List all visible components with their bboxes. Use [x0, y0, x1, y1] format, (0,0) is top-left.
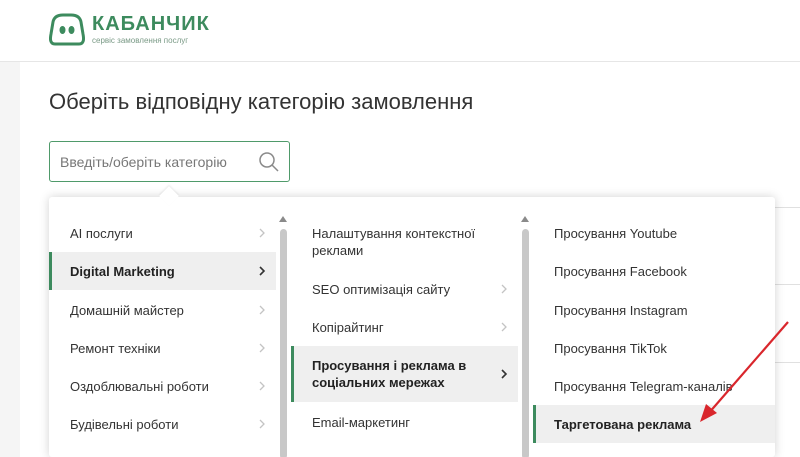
scroll-up-icon[interactable]	[279, 215, 287, 223]
chevron-right-icon	[259, 419, 265, 429]
site-header: КАБАНЧИК сервіс замовлення послуг	[0, 0, 800, 62]
search-icon[interactable]	[258, 151, 280, 173]
category-label: Будівельні роботи	[70, 416, 179, 432]
chevron-right-icon	[259, 305, 265, 315]
category-label: Копірайтинг	[312, 319, 384, 335]
category-item-email-marketing[interactable]: Email-маркетинг	[291, 403, 518, 441]
category-label: SEO оптимізація сайту	[312, 281, 451, 297]
category-item-repair[interactable]: Ремонт техніки	[49, 329, 276, 367]
scroll-thumb[interactable]	[280, 229, 287, 457]
chevron-right-icon	[501, 284, 507, 294]
chevron-right-icon	[501, 322, 507, 332]
category-label: Оздоблювальні роботи	[70, 378, 209, 394]
logo-tagline: сервіс замовлення послуг	[92, 36, 189, 45]
search-input[interactable]	[60, 152, 250, 172]
category-label: Просування Facebook	[554, 263, 687, 279]
chevron-right-icon	[259, 228, 265, 238]
chevron-right-icon	[259, 266, 266, 276]
category-label: Digital Marketing	[70, 263, 175, 279]
category-item-digital-marketing[interactable]: Digital Marketing	[49, 252, 276, 290]
category-label: Email-маркетинг	[312, 414, 411, 430]
category-label: Просування і реклама в соціальних мережа…	[312, 358, 467, 390]
category-item-seo[interactable]: SEO оптимізація сайту	[291, 270, 518, 308]
chevron-right-icon	[259, 381, 265, 391]
category-label: Просування Instagram	[554, 302, 688, 318]
category-label: Ремонт техніки	[70, 340, 161, 356]
category-item-facebook[interactable]: Просування Facebook	[533, 252, 775, 290]
category-column-2: Налаштування контекстної реклами SEO опт…	[291, 197, 533, 457]
category-item-construction[interactable]: Будівельні роботи	[49, 405, 276, 443]
chevron-right-icon	[501, 369, 508, 379]
category-label: Просування TikTok	[554, 340, 667, 356]
category-item-ai[interactable]: AI послуги	[49, 214, 276, 252]
category-item-copywriting[interactable]: Копірайтинг	[291, 308, 518, 346]
category-item-handyman[interactable]: Домашній майстер	[49, 291, 276, 329]
category-item-context-ads[interactable]: Налаштування контекстної реклами	[291, 214, 518, 270]
category-label: Налаштування контекстної реклами	[312, 226, 476, 258]
category-search[interactable]	[49, 141, 290, 182]
logo-icon	[49, 13, 85, 46]
scroll-up-icon[interactable]	[521, 215, 529, 223]
category-label: Просування Youtube	[554, 225, 678, 241]
category-item-finishing[interactable]: Оздоблювальні роботи	[49, 367, 276, 405]
category-label: Домашній майстер	[70, 302, 184, 318]
category-column-1: AI послуги Digital Marketing Домашній ма…	[49, 197, 291, 457]
scroll-thumb[interactable]	[522, 229, 529, 457]
category-item-social-media[interactable]: Просування і реклама в соціальних мережа…	[291, 346, 518, 402]
logo[interactable]: КАБАНЧИК сервіс замовлення послуг	[48, 13, 210, 47]
category-label: AI послуги	[70, 225, 133, 241]
category-item-youtube[interactable]: Просування Youtube	[533, 214, 775, 252]
page-title: Оберіть відповідну категорію замовлення	[49, 89, 474, 114]
logo-name: КАБАНЧИК	[92, 13, 210, 35]
annotation-arrow-icon	[700, 321, 789, 422]
category-dropdown: AI послуги Digital Marketing Домашній ма…	[49, 197, 775, 457]
chevron-right-icon	[259, 343, 265, 353]
category-label: Таргетована реклама	[554, 416, 692, 432]
